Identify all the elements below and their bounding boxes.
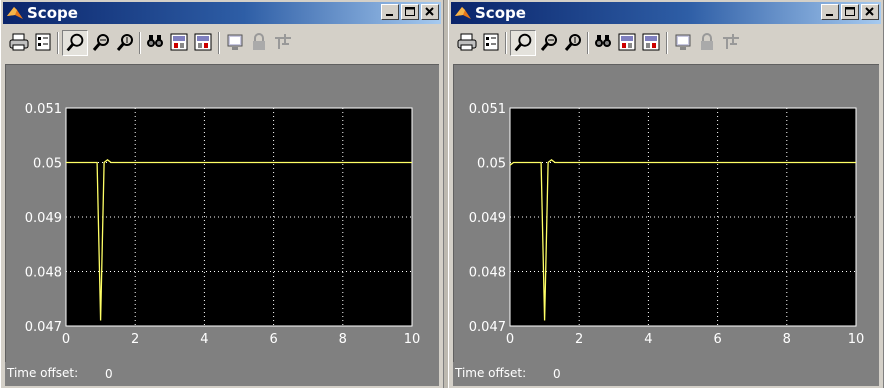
matlab-logo-icon (455, 7, 471, 19)
close-icon (425, 7, 434, 16)
scope-window-1: Scope 0.0510.050.0490.0480.047024 (0, 0, 444, 388)
autoscale-icon[interactable] (145, 32, 165, 52)
toolbar-separator (587, 32, 589, 54)
x-tick-label: 4 (200, 332, 208, 347)
zoom-x-icon[interactable] (539, 32, 559, 52)
floating-scope-icon[interactable] (225, 32, 245, 52)
minimize-button[interactable] (381, 4, 399, 20)
time-offset-label: Time offset: (5, 366, 81, 380)
maximize-button[interactable] (401, 4, 419, 20)
x-tick-label: 0 (62, 332, 70, 347)
toolbar (453, 27, 879, 59)
x-tick-label: 8 (339, 332, 347, 347)
y-tick-label: 0.051 (469, 102, 506, 117)
autoscale-icon[interactable] (593, 32, 613, 52)
window-title: Scope (27, 4, 78, 22)
toolbar-separator (218, 32, 220, 54)
matlab-logo-icon (7, 7, 23, 19)
close-button[interactable] (421, 4, 439, 20)
x-tick-label: 2 (131, 332, 139, 347)
zoom-icon[interactable] (510, 30, 536, 56)
scope-plot[interactable]: 0.051 0.05 0.049 0.048 0.0470 2 4 6 8 10 (454, 65, 884, 363)
x-tick-label: 6 (713, 332, 721, 347)
scope-plot[interactable]: 0.051 0.05 0.049 0.048 0.0470 2 4 6 8 10 (6, 65, 444, 363)
title-bar[interactable]: Scope (3, 2, 441, 24)
maximize-icon (405, 7, 415, 16)
floating-scope-icon[interactable] (673, 32, 693, 52)
time-offset-value: 0 (103, 363, 237, 385)
maximize-icon (845, 7, 855, 16)
y-tick-label: 0.048 (469, 266, 506, 281)
title-bar[interactable]: Scope (451, 2, 881, 24)
time-offset-label: Time offset: (453, 366, 529, 380)
y-tick-label: 0.05 (477, 157, 506, 172)
toolbar-separator (666, 32, 668, 54)
x-tick-label: 4 (644, 332, 652, 347)
close-icon (865, 7, 874, 16)
toolbar (5, 27, 439, 59)
x-tick-label: 8 (783, 332, 791, 347)
y-tick-label: 0.047 (469, 320, 506, 335)
window-title: Scope (475, 4, 526, 22)
minimize-icon (386, 14, 393, 16)
lock-axes-icon[interactable] (697, 32, 717, 52)
minimize-button[interactable] (821, 4, 839, 20)
toolbar-separator (505, 32, 507, 54)
toolbar-separator (139, 32, 141, 54)
zoom-y-icon[interactable] (563, 32, 583, 52)
parameters-icon[interactable] (33, 32, 53, 52)
x-tick-label: 6 (269, 332, 277, 347)
time-offset-value: 0 (551, 363, 685, 385)
status-bar: Time offset: 0 (453, 362, 879, 386)
save-axes-icon[interactable] (617, 32, 637, 52)
y-tick-label: 0.051 (25, 102, 62, 117)
scope-window-2: Scope 0.0510.050.0490.0480.047024 (448, 0, 884, 388)
print-icon[interactable] (457, 32, 477, 52)
x-tick-label: 2 (575, 332, 583, 347)
toolbar-separator (57, 32, 59, 54)
y-tick-label: 0.05 (33, 157, 62, 172)
y-tick-label: 0.049 (469, 211, 506, 226)
y-tick-label: 0.049 (25, 211, 62, 226)
minimize-icon (826, 14, 833, 16)
x-tick-label: 10 (848, 332, 865, 347)
x-tick-label: 0 (506, 332, 514, 347)
signal-selector-icon[interactable] (273, 32, 293, 52)
y-tick-label: 0.047 (25, 320, 62, 335)
close-button[interactable] (861, 4, 879, 20)
x-tick-label: 10 (404, 332, 421, 347)
plot-area: 0.051 0.05 0.049 0.048 0.047 0 2 4 6 8 10 (453, 64, 879, 363)
signal-selector-icon[interactable] (721, 32, 741, 52)
zoom-icon[interactable] (62, 30, 88, 56)
maximize-button[interactable] (841, 4, 859, 20)
restore-axes-icon[interactable] (641, 32, 661, 52)
zoom-y-icon[interactable] (115, 32, 135, 52)
restore-axes-icon[interactable] (193, 32, 213, 52)
lock-axes-icon[interactable] (249, 32, 269, 52)
status-bar: Time offset: 0 (5, 362, 439, 386)
y-tick-label: 0.048 (25, 266, 62, 281)
plot-area: 0.051 0.05 0.049 0.048 0.047 0 2 4 6 8 10 (5, 64, 439, 363)
save-axes-icon[interactable] (169, 32, 189, 52)
zoom-x-icon[interactable] (91, 32, 111, 52)
parameters-icon[interactable] (481, 32, 501, 52)
print-icon[interactable] (9, 32, 29, 52)
